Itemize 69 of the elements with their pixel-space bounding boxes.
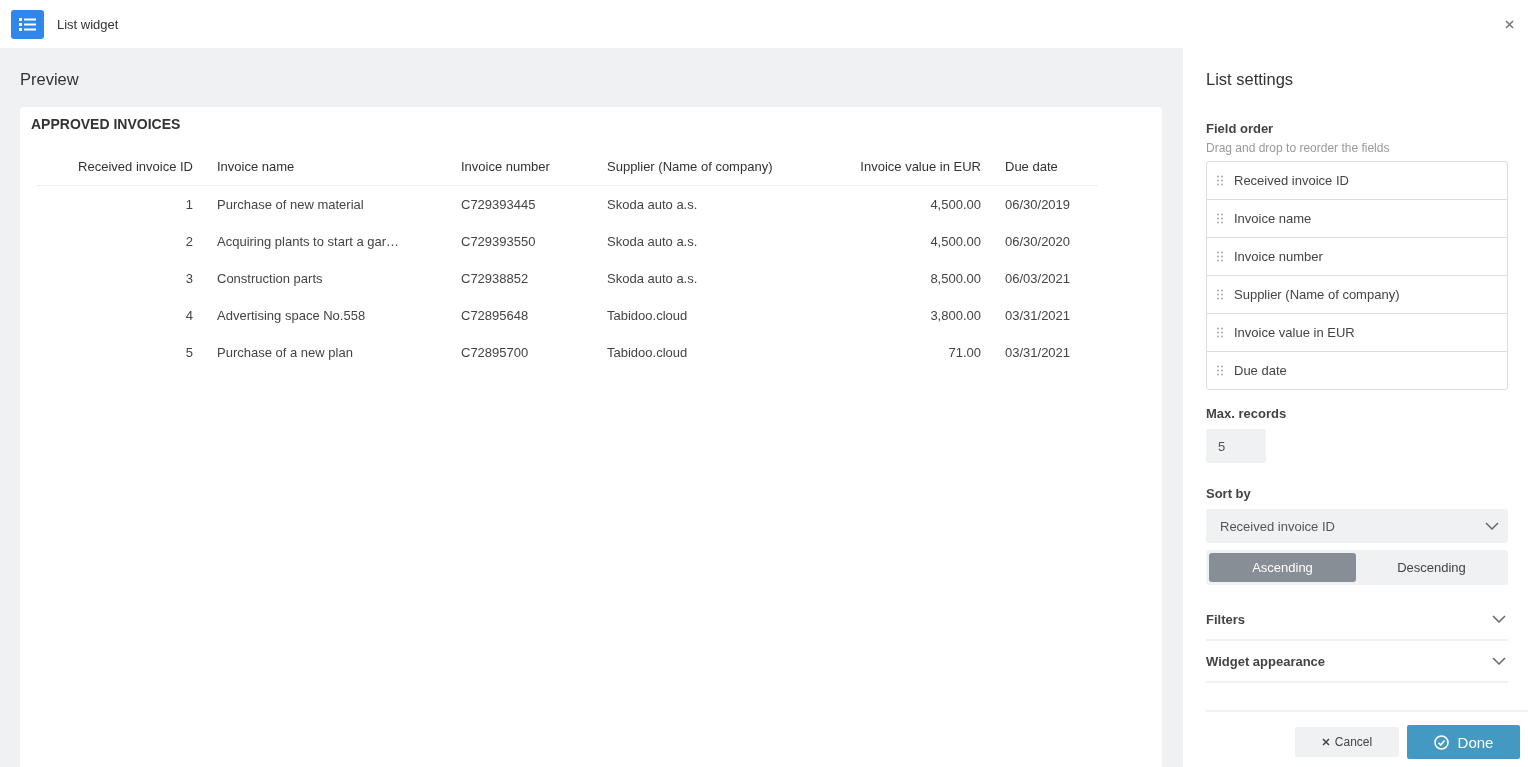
column-header[interactable]: Due date xyxy=(993,147,1098,186)
table-cell-text: Tabidoo.cloud xyxy=(606,307,689,325)
field-order-hint: Drag and drop to reorder the fields xyxy=(1206,141,1391,155)
close-icon xyxy=(1321,738,1330,746)
drag-handle-icon[interactable] xyxy=(1217,327,1223,338)
table-cell-text: C729393550 xyxy=(460,233,537,251)
table-cell: 1 xyxy=(36,185,205,223)
chevron-down-icon xyxy=(1492,657,1506,665)
column-header[interactable]: Invoice name xyxy=(205,147,449,186)
table-cell-text: C72895648 xyxy=(460,307,530,325)
table-cell-text: Skoda auto a.s. xyxy=(606,233,699,251)
drag-handle-icon[interactable] xyxy=(1217,251,1223,262)
field-item[interactable]: Due date xyxy=(1207,351,1507,389)
widget-title: APPROVED INVOICES xyxy=(31,116,182,132)
table-cell: 06/30/2019 xyxy=(993,185,1098,223)
sort-direction-option[interactable]: Descending xyxy=(1358,553,1505,582)
table-cell-text: C72938852 xyxy=(460,270,530,288)
table-cell: Purchase of new material xyxy=(205,185,449,223)
column-header[interactable]: Invoice number xyxy=(449,147,595,186)
table-cell-text: Acquiring plants to start a gar… xyxy=(216,233,401,251)
table-cell: C729393445 xyxy=(449,185,595,223)
table-cell-text: Tabidoo.cloud xyxy=(606,344,689,362)
drag-handle-icon[interactable] xyxy=(1217,175,1223,186)
table-cell-text: 8,500.00 xyxy=(929,270,982,288)
drag-handle-icon[interactable] xyxy=(1217,365,1223,376)
table-cell-text: 06/03/2021 xyxy=(1004,270,1072,288)
column-header[interactable]: Supplier (Name of company) xyxy=(595,147,821,186)
settings-title: List settings xyxy=(1206,70,1295,89)
field-item[interactable]: Invoice name xyxy=(1207,199,1507,237)
drag-handle-icon[interactable] xyxy=(1217,289,1223,300)
close-icon[interactable] xyxy=(1505,19,1514,29)
column-header[interactable]: Invoice value in EUR xyxy=(821,147,993,186)
table-cell-text: 2 xyxy=(184,233,194,251)
check-circle-icon xyxy=(1433,734,1449,750)
column-header[interactable]: Received invoice ID xyxy=(36,147,205,186)
field-order-label: Field order xyxy=(1206,121,1275,136)
table-cell-text: Construction parts xyxy=(216,270,324,288)
max-records-label: Max. records xyxy=(1206,406,1288,421)
table-cell-text: C72895700 xyxy=(460,344,530,362)
table-cell-text: 4,500.00 xyxy=(929,233,982,251)
field-item[interactable]: Invoice value in EUR xyxy=(1207,313,1507,351)
collapsible-section[interactable]: Filters xyxy=(1206,599,1508,641)
sort-by-dropdown[interactable]: Received invoice ID xyxy=(1206,509,1508,543)
table-cell: 4,500.00 xyxy=(821,185,993,223)
chevron-down-icon xyxy=(1492,615,1506,623)
table-cell-text: 06/30/2020 xyxy=(1004,233,1072,251)
field-item[interactable]: Supplier (Name of company) xyxy=(1207,275,1507,313)
list-widget-icon xyxy=(11,9,44,39)
table-cell-text: 3 xyxy=(184,270,194,288)
window-title: List widget xyxy=(57,16,120,32)
table-cell-text: 4 xyxy=(184,307,194,325)
table-cell-text: Purchase of a new plan xyxy=(216,344,354,362)
cancel-button[interactable]: Cancel xyxy=(1295,727,1399,757)
preview-title: Preview xyxy=(20,70,80,89)
field-item[interactable]: Received invoice ID xyxy=(1207,162,1507,199)
table-cell-text: 3,800.00 xyxy=(929,307,982,325)
chevron-down-icon xyxy=(1485,522,1499,530)
table-cell-text: Skoda auto a.s. xyxy=(606,270,699,288)
drag-handle-icon[interactable] xyxy=(1217,213,1223,224)
table-cell-text: Advertising space No.558 xyxy=(216,307,367,325)
table-cell-text: 71.00 xyxy=(947,344,982,362)
table-cell: Skoda auto a.s. xyxy=(595,185,821,223)
table-cell-text: 03/31/2021 xyxy=(1004,344,1072,362)
table-cell-text: 5 xyxy=(184,344,194,362)
max-records-field[interactable]: 5 xyxy=(1206,429,1266,463)
sort-by-label: Sort by xyxy=(1206,486,1252,501)
field-item[interactable]: Invoice number xyxy=(1207,237,1507,275)
table-cell-text: 03/31/2021 xyxy=(1004,307,1072,325)
collapsible-section[interactable]: Widget appearance xyxy=(1206,641,1508,683)
